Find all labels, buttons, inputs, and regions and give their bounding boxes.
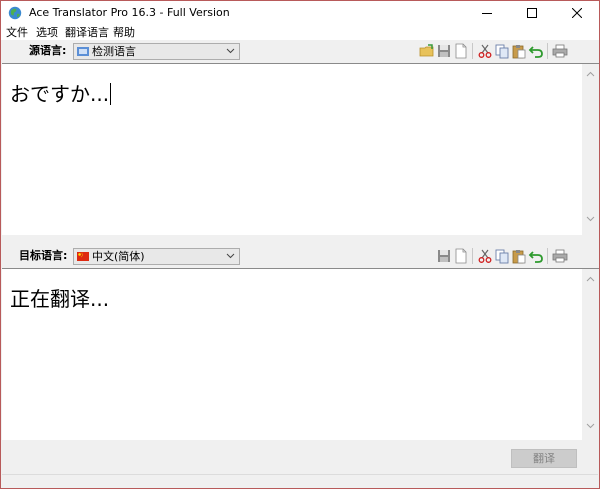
minimize-icon [482, 13, 492, 14]
close-icon [572, 8, 582, 18]
save-icon[interactable] [436, 248, 452, 264]
target-vertical-scrollbar[interactable] [582, 269, 599, 441]
menu-bar: 文件 选项 翻译语言 帮助 [1, 25, 599, 40]
cut-icon[interactable] [477, 248, 493, 264]
undo-icon[interactable] [528, 248, 544, 264]
print-icon[interactable] [552, 248, 568, 264]
target-text-area[interactable]: 正在翻译... [2, 268, 599, 441]
toolbar-separator [547, 43, 548, 59]
undo-icon[interactable] [528, 43, 544, 59]
source-vertical-scrollbar[interactable] [582, 64, 599, 236]
source-text: おですか... [10, 82, 110, 106]
target-language-value: 中文(简体) [92, 250, 145, 263]
new-document-icon[interactable] [453, 248, 469, 264]
new-document-icon[interactable] [453, 43, 469, 59]
source-language-value: 检测语言 [92, 45, 136, 58]
scroll-down-icon[interactable] [586, 216, 595, 222]
source-toolbar: 源语言: 检测语言 [1, 40, 599, 62]
chevron-down-icon [226, 48, 235, 54]
target-language-label: 目标语言: [19, 249, 68, 262]
scroll-down-icon[interactable] [586, 423, 595, 429]
menu-options[interactable]: 选项 [36, 25, 58, 40]
target-toolbar: 目标语言: 中文(简体) [1, 245, 599, 267]
menu-translate-language[interactable]: 翻译语言 [65, 25, 109, 40]
scroll-up-icon[interactable] [586, 71, 595, 77]
bottom-bar: 翻译 [2, 442, 598, 488]
title-bar: Ace Translator Pro 16.3 - Full Version [1, 1, 599, 25]
copy-icon[interactable] [494, 43, 510, 59]
save-icon[interactable] [436, 43, 452, 59]
menu-help[interactable]: 帮助 [113, 25, 135, 40]
maximize-button[interactable] [510, 1, 554, 25]
scroll-up-icon[interactable] [586, 276, 595, 282]
toolbar-separator [547, 248, 548, 264]
globe-icon [8, 6, 22, 20]
detect-language-icon [77, 47, 89, 56]
menu-file[interactable]: 文件 [6, 25, 28, 40]
source-text-area[interactable]: おですか... [2, 63, 599, 236]
print-icon[interactable] [552, 43, 568, 59]
open-folder-icon[interactable] [419, 43, 435, 59]
translate-button[interactable]: 翻译 [511, 449, 577, 468]
app-window: Ace Translator Pro 16.3 - Full Version 文… [0, 0, 600, 489]
source-language-dropdown[interactable]: 检测语言 [73, 43, 240, 60]
window-title: Ace Translator Pro 16.3 - Full Version [29, 6, 230, 19]
copy-icon[interactable] [494, 248, 510, 264]
maximize-icon [527, 8, 537, 18]
text-caret [110, 83, 112, 105]
close-button[interactable] [555, 1, 599, 25]
toolbar-separator [472, 248, 473, 264]
paste-icon[interactable] [511, 248, 527, 264]
source-language-label: 源语言: [29, 44, 67, 57]
minimize-button[interactable] [465, 1, 509, 25]
china-flag-icon [77, 252, 89, 261]
source-text-content: おですか... [10, 78, 112, 107]
target-language-dropdown[interactable]: 中文(简体) [73, 248, 240, 265]
target-text: 正在翻译... [10, 287, 110, 311]
paste-icon[interactable] [511, 43, 527, 59]
toolbar-separator [472, 43, 473, 59]
cut-icon[interactable] [477, 43, 493, 59]
chevron-down-icon [226, 253, 235, 259]
status-divider [2, 474, 598, 475]
